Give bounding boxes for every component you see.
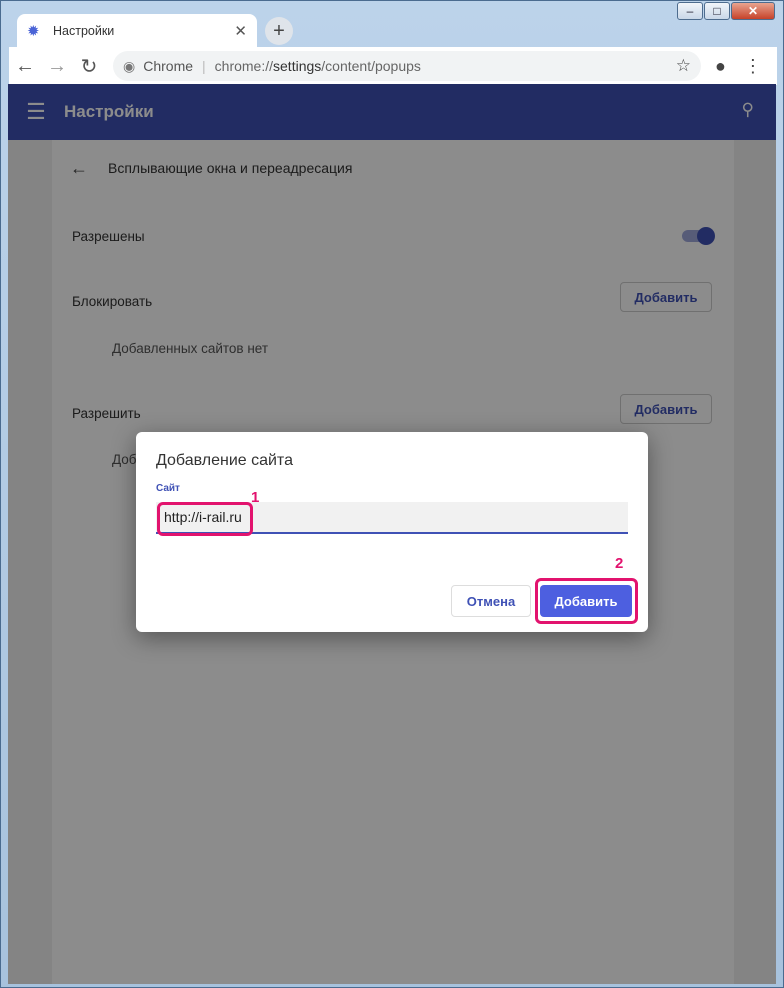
new-tab-button[interactable]: +	[265, 17, 293, 45]
site-label: Chrome	[143, 58, 194, 74]
annotation-step-2: 2	[615, 555, 624, 572]
annotation-step-1: 1	[251, 489, 260, 506]
account-icon[interactable]: ●	[715, 56, 726, 77]
dialog-title: Добавление сайта	[156, 452, 293, 469]
url-text: chrome://settings/content/popups	[214, 58, 421, 74]
reload-button[interactable]: ↻	[73, 54, 105, 79]
menu-dots-icon[interactable]: ⋮	[744, 56, 762, 77]
forward-button[interactable]: →	[41, 55, 73, 78]
close-window-button[interactable]: ✕	[731, 2, 775, 20]
separator: |	[202, 58, 206, 74]
toolbar: ← → ↻ ◉ Chrome | chrome://settings/conte…	[9, 47, 777, 85]
site-field-label: Сайт	[156, 483, 180, 494]
close-icon[interactable]: ✕	[234, 22, 247, 40]
cancel-button[interactable]: Отмена	[451, 585, 531, 617]
chrome-icon: ◉	[123, 57, 136, 74]
minimize-button[interactable]: –	[677, 2, 703, 20]
address-bar[interactable]: ◉ Chrome | chrome://settings/content/pop…	[113, 51, 701, 81]
back-button[interactable]: ←	[9, 55, 41, 78]
highlight-add-button	[535, 578, 638, 624]
tab-settings[interactable]: ✹ Настройки ✕	[17, 14, 257, 48]
highlight-site-input	[157, 502, 253, 536]
gear-icon: ✹	[27, 23, 40, 40]
maximize-button[interactable]: □	[704, 2, 730, 20]
window-controls: – □ ✕	[677, 2, 775, 20]
bookmark-star-icon[interactable]: ☆	[676, 56, 691, 76]
tab-title: Настройки	[53, 24, 115, 38]
